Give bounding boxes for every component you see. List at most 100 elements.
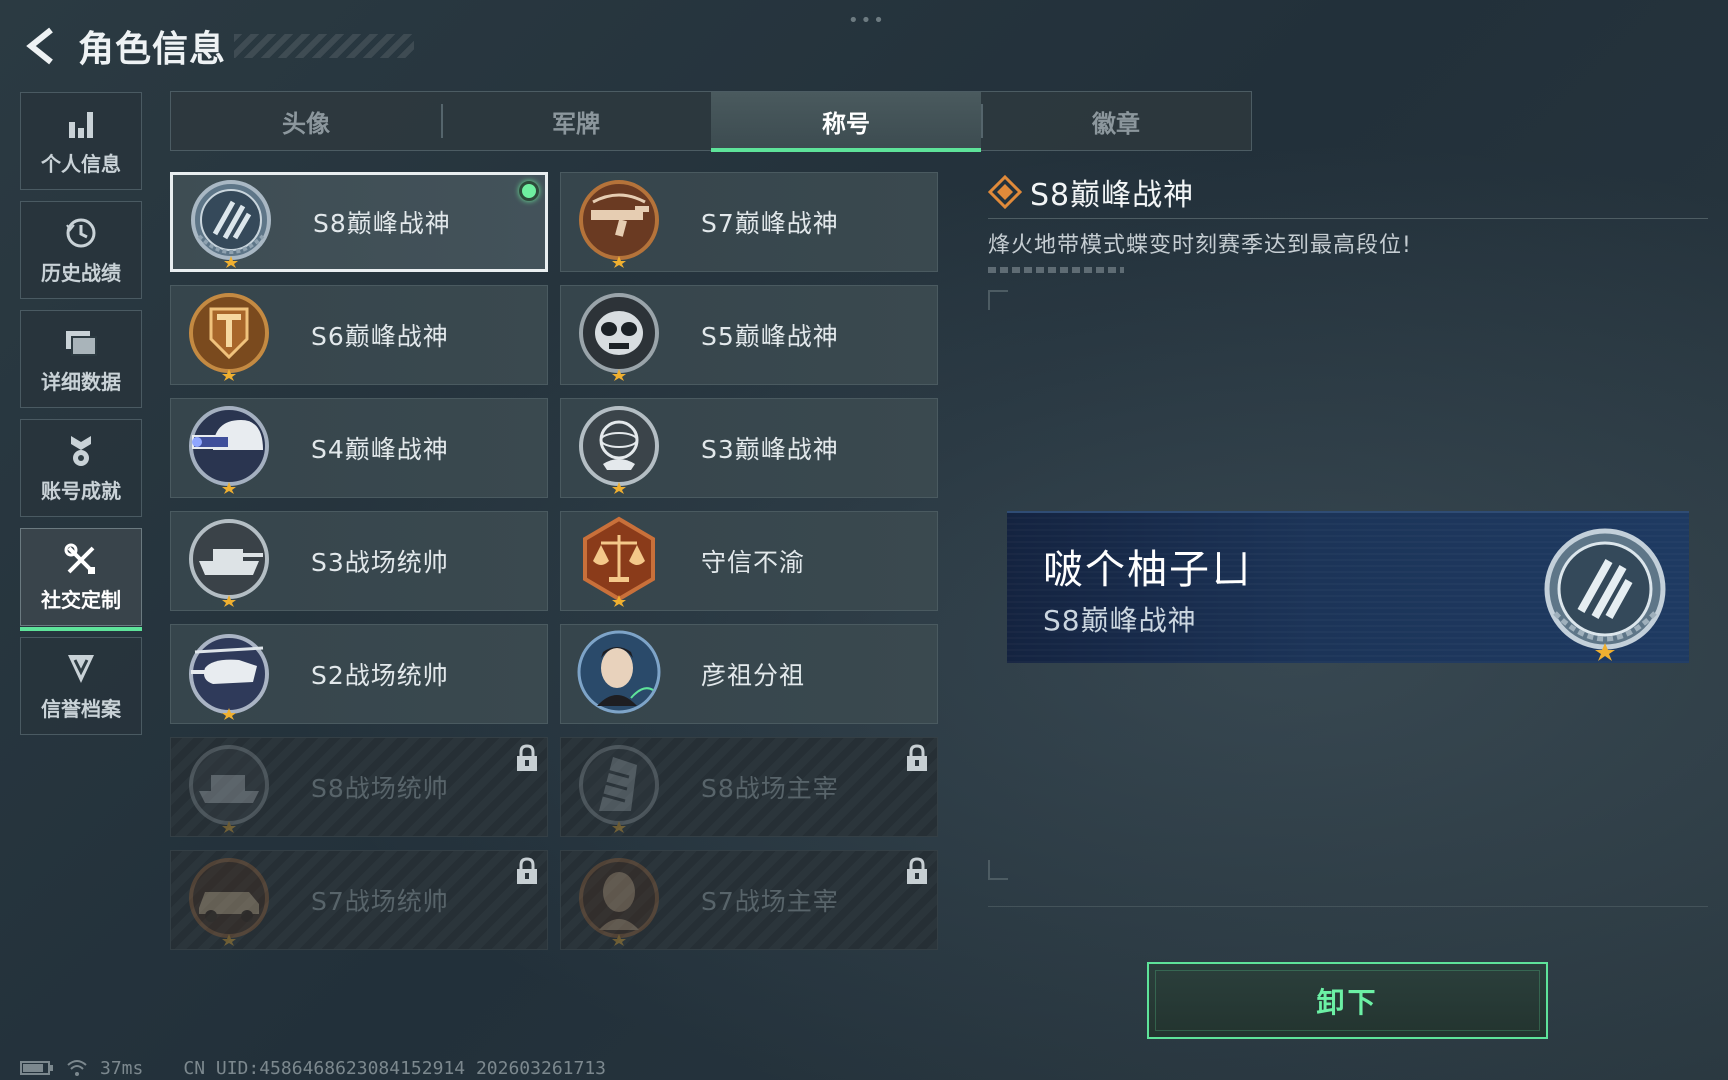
detail-header: S8巅峰战神 [988,168,1708,216]
tab-badge[interactable]: 徽章 [981,92,1251,150]
sidebar-item-label: 信誉档案 [41,696,121,721]
title-card-label: S8巅峰战神 [313,209,451,238]
title-card-s7-dominator[interactable]: S7战场主宰 [560,850,938,950]
sidebar: 个人信息 历史战绩 详细数据 账号成就 社交定制 信誉档案 [20,92,144,746]
title-card-s3-peak[interactable]: S3巅峰战神 [560,398,938,498]
title-card-label: S2战场统帅 [311,661,449,690]
tools-icon [64,542,98,578]
lock-icon [517,857,537,884]
s7-rifle-emblem-icon [573,176,665,268]
divider [988,906,1708,907]
s5-skull-mask-emblem-icon [573,289,665,381]
title-card-s6-peak[interactable]: S6巅峰战神 [170,285,548,385]
back-button[interactable] [20,23,66,69]
s8-peak-emblem-icon [1537,525,1673,661]
sidebar-item-credit[interactable]: 信誉档案 [20,637,142,735]
tab-title[interactable]: 称号 [711,92,981,152]
title-card-label: S3战场统帅 [311,548,449,577]
title-card-label: S4巅峰战神 [311,435,449,464]
title-card-label: S7战场统帅 [311,887,449,916]
title-decoration [234,34,415,58]
portrait-emblem-icon [573,628,665,720]
frame-corner [988,290,1008,310]
title-card-s8-peak[interactable]: S8巅峰战神 [170,172,548,272]
title-card-label: S7战场主宰 [701,887,839,916]
title-card-s2-commander[interactable]: S2战场统帅 [170,624,548,724]
frame-corner [988,860,1008,880]
title-card-label: 彦祖分祖 [701,661,806,690]
lock-icon [907,744,927,771]
title-card-s4-peak[interactable]: S4巅峰战神 [170,398,548,498]
s4-helmet-nvg-emblem-icon [183,402,275,494]
title-detail-panel: S8巅峰战神 烽火地带模式蝶变时刻赛季达到最高段位! [988,168,1708,273]
title-card-s3-commander[interactable]: S3战场统帅 [170,511,548,611]
sidebar-item-label: 历史战绩 [41,260,121,285]
detail-title: S8巅峰战神 [1030,178,1195,213]
title-card-s7-commander[interactable]: S7战场统帅 [170,850,548,950]
detail-description: 烽火地带模式蝶变时刻赛季达到最高段位! [988,233,1412,258]
s8-tank-emblem-icon [183,741,275,833]
sidebar-item-label: 社交定制 [41,587,121,612]
lock-icon [907,857,927,884]
s3-armillary-emblem-icon [573,402,665,494]
sidebar-item-social-custom[interactable]: 社交定制 [20,528,142,631]
page-title: 角色信息 [78,29,227,70]
s7-vehicle-emblem-icon [183,854,275,946]
title-card-s8-commander[interactable]: S8战场统帅 [170,737,548,837]
folder-icon [64,324,98,360]
s2-helicopter-emblem-icon [183,628,275,720]
battery-icon [20,1061,53,1075]
sidebar-item-detail-data[interactable]: 详细数据 [20,310,142,408]
title-card-label: S5巅峰战神 [701,322,839,351]
back-arrow-icon [26,27,53,65]
equipped-indicator [519,181,539,201]
title-card-label: S8战场统帅 [311,774,449,803]
diamond-rank-icon [988,175,1022,209]
uid-readout: CN UID:4586468623084152914 202603261713 [183,1057,606,1079]
description-decoration [988,267,1124,273]
title-card-label: 守信不渝 [701,548,806,577]
sidebar-item-personal-info[interactable]: 个人信息 [20,92,142,190]
title-card-label: S7巅峰战神 [701,209,839,238]
status-footer: 37ms CN UID:4586468623084152914 20260326… [20,1056,606,1080]
s7-warrior-emblem-icon [573,854,665,946]
s8-peak-emblem-icon [185,176,277,268]
title-card-trustworthy[interactable]: 守信不渝 [560,511,938,611]
history-clock-icon [64,215,98,251]
title-card-s5-peak[interactable]: S5巅峰战神 [560,285,938,385]
title-card-yanzu[interactable]: 彦祖分祖 [560,624,938,724]
scales-of-justice-emblem-icon [573,515,665,607]
header: 角色信息 [20,18,415,74]
unequip-button-label: 卸下 [1316,985,1379,1019]
lock-icon [517,744,537,771]
unequip-button[interactable]: 卸下 [1147,962,1548,1039]
shield-badge-icon [65,651,97,687]
title-card-label: S3巅峰战神 [701,435,839,464]
sidebar-item-achievements[interactable]: 账号成就 [20,419,142,517]
title-preview-banner: 啵个柚子ㄩ S8巅峰战神 [1007,511,1689,663]
preview-text: 啵个柚子ㄩ S8巅峰战神 [1043,537,1253,639]
medal-icon [65,433,97,469]
s3-tank-emblem-icon [183,515,275,607]
top-dots: ••• [848,10,886,31]
s8-building-emblem-icon [573,741,665,833]
tab-bar: 头像 军牌 称号 徽章 [170,91,1252,152]
sidebar-item-history[interactable]: 历史战绩 [20,201,142,299]
s6-t-shield-emblem-icon [183,289,275,381]
title-card-s8-dominator[interactable]: S8战场主宰 [560,737,938,837]
sidebar-item-label: 个人信息 [41,151,121,176]
screen: ••• 角色信息 个人信息 历史战绩 详细数据 账号成就 社交定制 信誉档案 头… [0,0,1728,1080]
bar-chart-icon [65,106,97,142]
title-grid: S8巅峰战神 S7巅峰战神 S6巅峰战神 S5巅峰战神 S4巅峰战神 S3巅峰战… [170,172,938,950]
title-card-label: S8战场主宰 [701,774,839,803]
player-title: S8巅峰战神 [1043,604,1197,637]
player-name: 啵个柚子ㄩ [1043,547,1253,593]
divider [988,218,1708,219]
tab-avatar[interactable]: 头像 [171,92,441,150]
title-card-s7-peak[interactable]: S7巅峰战神 [560,172,938,272]
sidebar-item-label: 详细数据 [41,369,121,394]
title-card-label: S6巅峰战神 [311,322,449,351]
wifi-icon [67,1060,87,1076]
sidebar-item-label: 账号成就 [41,478,121,503]
tab-dogtag[interactable]: 军牌 [441,92,711,150]
